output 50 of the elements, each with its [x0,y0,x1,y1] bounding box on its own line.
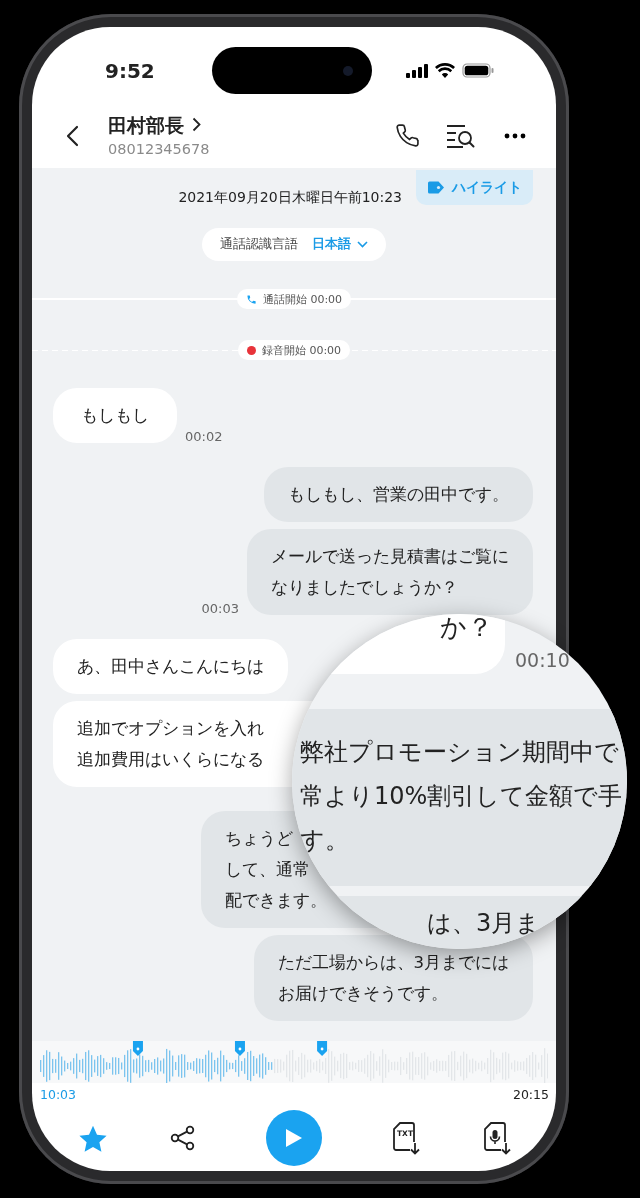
message-time: 00:03 [201,601,239,617]
highlight-marker[interactable] [317,1041,328,1056]
message-time: 00:10 [515,650,570,670]
signal-icon [406,63,428,78]
battery-icon [462,63,494,78]
contact-name[interactable]: 田村部長 [108,112,210,137]
message-text: して、通常 [225,859,310,881]
chat-message: もしもし、営業の田中です。 [264,467,533,522]
message-text: メールで送った見積書はご覧に [271,546,509,568]
language-value: 日本語 [312,236,351,253]
phone-icon [394,123,420,148]
highlight-marker[interactable] [234,1041,245,1056]
language-selector[interactable]: 通話認識言語 日本語 [202,228,386,261]
message-text: 配できます。 [225,890,327,912]
file-download-icon [391,1121,421,1155]
message-text: 追加費用はいくらになる [77,749,264,771]
more-icon [504,132,526,139]
message-text: 弊社プロモーション期間中で [300,737,619,768]
language-label: 通話認識言語 [220,236,298,253]
chevron-right-icon [192,117,201,132]
message-text: お届けできそうです。 [277,983,448,1005]
highlight-marker[interactable] [132,1041,143,1056]
share-icon [170,1125,196,1151]
message-time: 00:02 [185,429,223,445]
recording-date: 2021年09月20日木曜日午前10:23 [178,188,402,206]
message-text: ちょうど [225,828,293,850]
chevron-down-icon [357,241,368,248]
message-text: 常より10%割引して金額で手 [300,781,623,812]
back-icon [65,124,79,147]
chat-message: あ、田中さんこんにちは [53,639,288,694]
camera-icon [342,64,354,77]
message-text: ただ工場からは、3月までには [277,952,509,974]
event-label: 通話開始 00:00 [262,291,343,307]
message-text: す。 [300,825,349,856]
play-button[interactable] [266,1110,322,1166]
event-label: 録音開始 00:00 [261,342,342,358]
message-text: なりましたでしょうか？ [271,577,458,599]
play-icon [285,1128,303,1148]
current-time: 10:03 [40,1086,77,1102]
phone-icon [245,293,257,305]
status-time: 9:52 [105,60,156,82]
phone-number: 08012345678 [108,139,210,159]
message-text: 追加でオプションを入れ [77,718,264,740]
wifi-icon [435,63,455,78]
list-search-icon [446,122,476,149]
total-time: 20:15 [512,1086,549,1102]
tag-icon [427,181,445,194]
audio-file-download-icon [482,1121,512,1155]
chat-message: もしもし [53,388,177,443]
recording-dot-icon [246,345,256,355]
